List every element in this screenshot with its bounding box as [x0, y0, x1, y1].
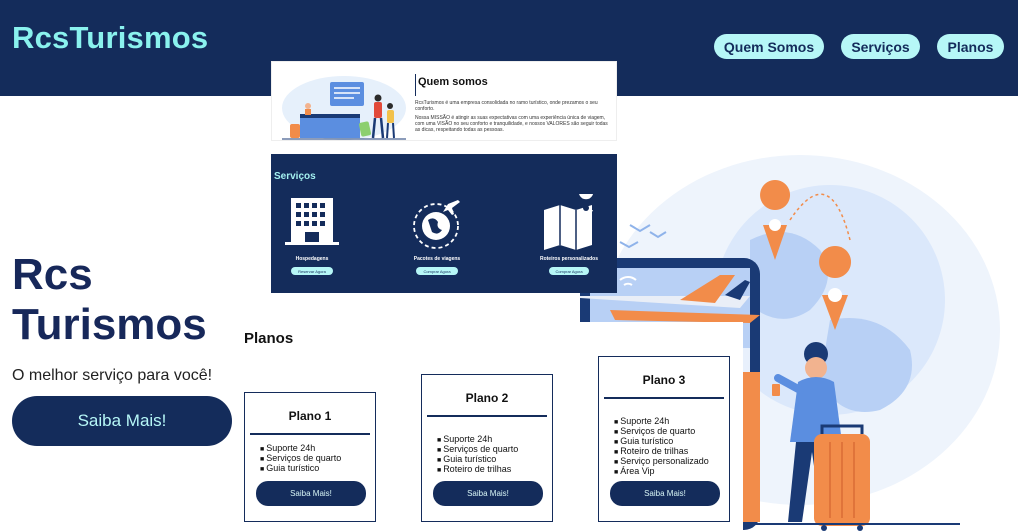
plan-name: Plano 2	[465, 391, 509, 405]
plan-saiba-mais-button[interactable]: Saiba Mais!	[610, 481, 720, 506]
about-paragraph-1: RcsTurismos é uma empresa consolidada no…	[415, 100, 598, 112]
plan-name: Plano 3	[642, 373, 686, 387]
globe-plane-icon	[413, 200, 460, 249]
plan-divider	[250, 433, 370, 435]
reservar-agora-button[interactable]: Reservar Agora	[291, 267, 333, 275]
plan-card-3: Plano 3 Suporte 24h Serviços de quarto G…	[598, 356, 730, 522]
saiba-mais-button[interactable]: Saiba Mais!	[12, 396, 232, 446]
nav-planos[interactable]: Planos	[937, 34, 1004, 59]
about-paragraph-2: Nossa MISSÃO é atingir as suas expectati…	[415, 115, 608, 133]
plan-card-2: Plano 2 Suporte 24h Serviços de quarto G…	[421, 374, 553, 522]
list-item: Roteiro de trilhas	[437, 465, 518, 475]
nav-quem-somos[interactable]: Quem Somos	[714, 34, 824, 59]
services-section: Serviços Hospedagens Reservar Agora Paco…	[271, 154, 617, 293]
plan-feature-list: Suporte 24h Serviços de quarto Guia turí…	[437, 435, 518, 475]
check-in-illustration	[282, 76, 406, 140]
hotel-building-icon	[285, 198, 339, 245]
service-pacotes: Pacotes de viagens Comprar Agora	[382, 194, 492, 294]
plan-name: Plano 1	[288, 409, 332, 423]
plan-saiba-mais-button[interactable]: Saiba Mais!	[256, 481, 366, 506]
about-divider	[415, 74, 416, 96]
hero-title: Rcs Turismos	[12, 250, 207, 349]
plan-saiba-mais-button[interactable]: Saiba Mais!	[433, 481, 543, 506]
nav-servicos[interactable]: Serviços	[841, 34, 920, 59]
plan-feature-list: Suporte 24h Serviços de quarto Guia turí…	[260, 444, 341, 474]
plan-divider	[604, 397, 724, 399]
plans-title: Planos	[244, 330, 294, 347]
map-pin-icon	[544, 194, 595, 250]
service-label: Hospedagens	[295, 256, 329, 262]
list-item: Área Vip	[614, 467, 709, 477]
service-roteiros: Roteiros personalizados Comprar Agora	[514, 194, 624, 294]
about-section: Quem somos RcsTurismos é uma empresa con…	[271, 61, 617, 141]
comprar-agora-button[interactable]: Comprar Agora	[416, 267, 458, 275]
hero-subtitle: O melhor serviço para você!	[12, 367, 213, 384]
comprar-agora-button[interactable]: Comprar Agora	[549, 267, 589, 275]
service-label: Pacotes de viagens	[413, 256, 461, 262]
services-title: Serviços	[274, 171, 316, 182]
plan-card-1: Plano 1 Suporte 24h Serviços de quarto G…	[244, 392, 376, 522]
list-item: Guia turístico	[260, 464, 341, 474]
service-hospedagens: Hospedagens Reservar Agora	[257, 194, 367, 294]
plan-divider	[427, 415, 547, 417]
plan-feature-list: Suporte 24h Serviços de quarto Guia turí…	[614, 417, 709, 477]
brand-logo[interactable]: RcsTurismos	[12, 20, 208, 56]
about-title: Quem somos	[418, 76, 488, 88]
service-label: Roteiros personalizados	[539, 256, 599, 262]
